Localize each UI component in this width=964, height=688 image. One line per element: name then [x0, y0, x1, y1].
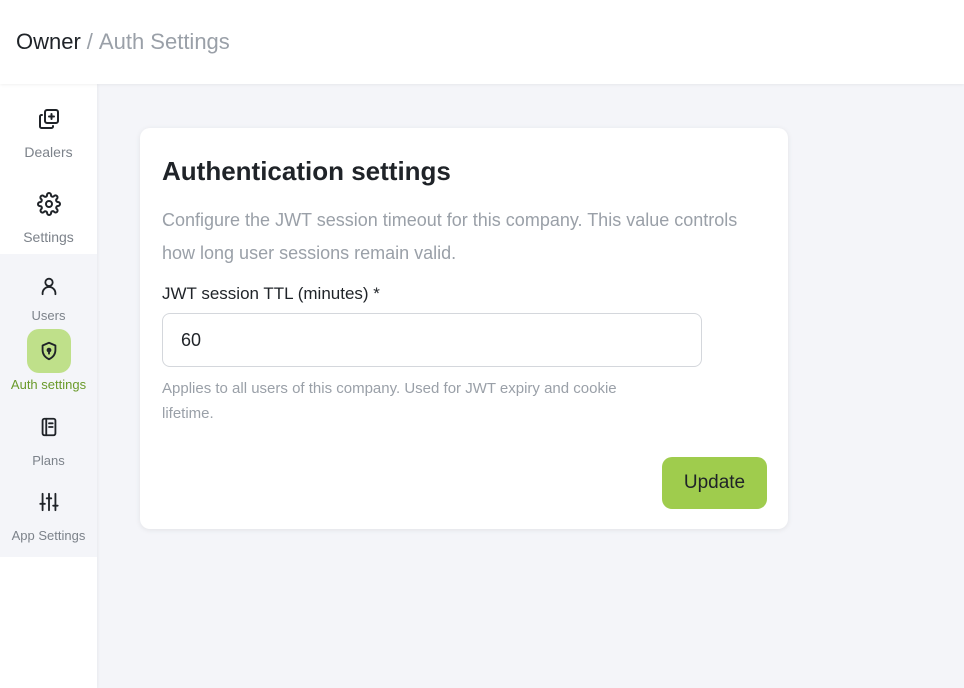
sliders-icon	[27, 480, 71, 524]
card-description: Configure the JWT session timeout for th…	[162, 210, 738, 263]
shield-icon	[26, 329, 71, 373]
auth-settings-card: Authentication settings Configure the JW…	[140, 128, 788, 529]
sidebar: Dealers Settings Users Auth settings Pla…	[0, 84, 97, 688]
breadcrumb: Owner / Auth Settings	[16, 29, 230, 55]
sidebar-item-label: Users	[31, 308, 66, 323]
breadcrumb-current: Auth Settings	[98, 29, 230, 54]
top-header: Owner / Auth Settings	[0, 0, 964, 84]
sidebar-item-settings[interactable]: Settings	[0, 169, 97, 254]
breadcrumb-separator: /	[86, 29, 93, 54]
card-title: Authentication settings	[162, 156, 451, 186]
jwt-ttl-label: JWT session TTL (minutes) *	[162, 284, 380, 303]
sidebar-item-label: Dealers	[24, 144, 73, 160]
sidebar-item-auth-settings[interactable]: Auth settings	[0, 329, 97, 405]
sidebar-item-plans[interactable]: Plans	[0, 405, 97, 480]
jwt-ttl-help-text: Applies to all users of this company. Us…	[162, 380, 617, 422]
gear-icon	[27, 189, 71, 219]
sidebar-item-dealers[interactable]: Dealers	[0, 84, 97, 169]
sidebar-item-app-settings[interactable]: App Settings	[0, 480, 97, 557]
update-button[interactable]: Update	[662, 457, 767, 509]
notebook-icon	[27, 405, 71, 449]
sidebar-item-label: Plans	[32, 453, 65, 468]
sidebar-item-label: Settings	[23, 229, 74, 245]
sidebar-item-label: Auth settings	[10, 377, 87, 392]
jwt-ttl-input[interactable]	[162, 313, 702, 367]
user-icon	[27, 264, 71, 308]
breadcrumb-root[interactable]: Owner	[16, 29, 81, 54]
sidebar-item-users[interactable]: Users	[0, 254, 97, 329]
sidebar-item-label: App Settings	[11, 528, 86, 543]
dealers-icon	[27, 104, 71, 134]
sidebar-subgroup: Users Auth settings Plans App Settings	[0, 254, 97, 557]
